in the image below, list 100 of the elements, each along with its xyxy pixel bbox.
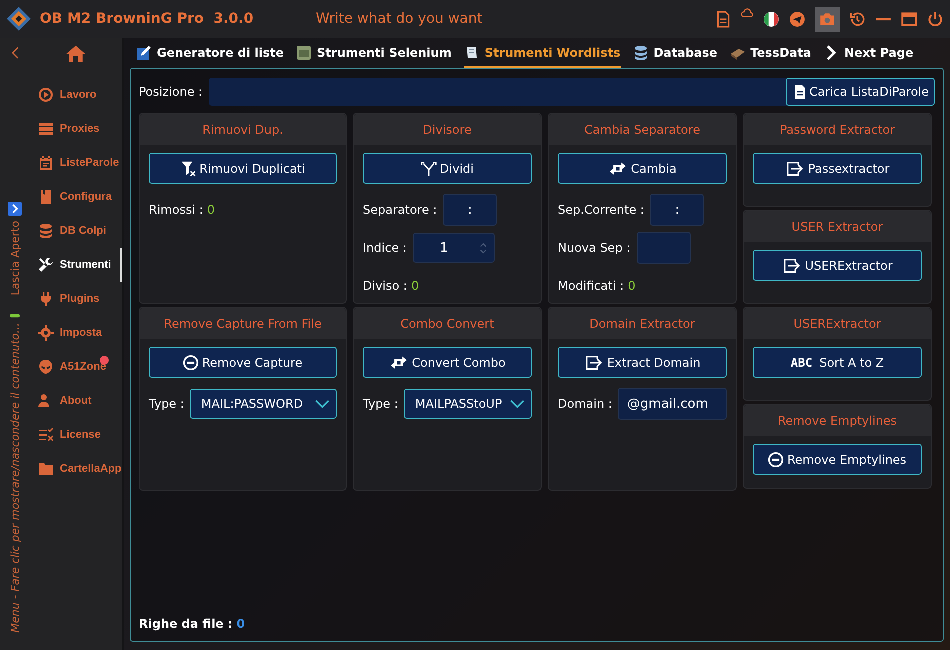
database-icon	[632, 45, 649, 61]
checklist-icon	[38, 427, 54, 443]
folder-icon	[38, 461, 54, 477]
swap-arrows-icon	[608, 160, 628, 176]
action-button[interactable]: Extract Domain	[558, 347, 727, 378]
sidebar-item[interactable]: Lavoro	[30, 78, 122, 112]
card-title: Password Extractor	[744, 114, 931, 145]
card-title: USER Extractor	[744, 211, 931, 242]
action-button[interactable]: ABC Sort A to Z	[753, 347, 922, 378]
input-field[interactable]	[636, 232, 691, 264]
field-label: Domain :	[558, 397, 612, 411]
chevron-left-icon[interactable]	[10, 46, 20, 60]
action-button[interactable]: Rimuovi Duplicati	[149, 153, 337, 184]
card-title: Divisore	[354, 114, 541, 145]
position-field[interactable]: Carica ListaDiParole	[208, 78, 935, 106]
split-arrows-icon	[421, 160, 438, 176]
action-button[interactable]: Remove Capture	[149, 347, 337, 378]
cloud-icon[interactable]	[741, 8, 754, 20]
app-title: OB M2 BrowninG Pro 3.0.0	[40, 11, 255, 27]
tab[interactable]: Generatore di liste	[136, 40, 284, 68]
tools-icon	[38, 257, 54, 273]
menu-toggle-hint[interactable]: Menu - Fare clic per mostrare/nascondere il contenuto...	[8, 322, 22, 633]
type-dropdown[interactable]: MAIL:PASSWORD	[190, 389, 337, 419]
slogan-text: Write what do you want	[316, 11, 484, 27]
type-dropdown[interactable]: MAILPASStoUP	[404, 389, 532, 419]
grip-icon	[10, 314, 20, 318]
card-title: Remove Emptylines	[744, 405, 931, 436]
tab[interactable]: Strumenti Selenium	[296, 40, 452, 68]
send-icon[interactable]	[789, 10, 806, 28]
chevron-right-button[interactable]	[8, 202, 22, 216]
card-title: USERExtractor	[744, 308, 931, 339]
plug-icon	[38, 291, 54, 307]
action-button[interactable]: Convert Combo	[363, 347, 532, 378]
exit-arrow-icon	[584, 354, 604, 370]
tab[interactable]: TessData	[730, 40, 812, 68]
abc-icon: ABC	[790, 356, 813, 370]
sidebar-item[interactable]: DB Colpi	[30, 214, 122, 248]
pencil-icon	[136, 45, 152, 61]
action-button[interactable]: Passextractor	[753, 153, 922, 184]
card-title: Combo Convert	[354, 308, 541, 339]
input-field[interactable]: :	[650, 194, 704, 226]
history-icon[interactable]	[849, 10, 866, 28]
action-button[interactable]: Dividi	[363, 153, 532, 184]
chevron-down-icon	[510, 400, 525, 408]
server-icon	[38, 121, 54, 137]
sidebar-item[interactable]: Strumenti	[30, 248, 122, 282]
card-title: Remove Capture From File	[140, 308, 346, 339]
card-title: Rimuovi Dup.	[140, 114, 346, 145]
swap-arrows-icon	[389, 354, 410, 370]
filter-icon	[180, 160, 197, 176]
exit-arrow-icon	[785, 160, 806, 176]
minus-circle-icon	[183, 354, 200, 370]
stat-label: Modificati :	[558, 279, 624, 293]
sidebar-item[interactable]: Proxies	[30, 112, 122, 146]
action-button[interactable]: USERExtractor	[753, 250, 922, 281]
number-spinner[interactable]: 1	[412, 233, 495, 263]
lines-count: 0	[236, 617, 246, 631]
minus-circle-icon	[768, 452, 784, 468]
input-field[interactable]: @gmail.com	[618, 388, 727, 420]
flag-icon[interactable]	[763, 10, 780, 28]
field-label: Indice :	[363, 241, 407, 255]
camera-icon	[819, 10, 836, 28]
action-button[interactable]: Cambia	[558, 153, 727, 184]
gear-icon	[38, 325, 54, 341]
exit-arrow-icon	[782, 258, 802, 274]
input-field[interactable]: :	[443, 194, 498, 226]
load-wordlist-button[interactable]: Carica ListaDiParole	[786, 78, 935, 106]
sidebar-item[interactable]: A51Zone	[30, 350, 122, 384]
diamond-logo-icon	[6, 6, 32, 32]
field-label: Separatore :	[363, 203, 438, 217]
power-icon[interactable]	[927, 10, 944, 28]
tab[interactable]: Database	[632, 40, 718, 68]
stat-value: 0	[411, 279, 420, 293]
home-icon[interactable]	[66, 44, 86, 64]
stat-value: 0	[628, 279, 636, 293]
lines-label: Righe da file :	[139, 617, 233, 631]
sidebar-item[interactable]: About	[30, 384, 122, 418]
stat-label: Diviso :	[363, 279, 408, 293]
pin-label[interactable]: Lascia Aperto	[8, 221, 22, 296]
sidebar-item[interactable]: ListeParole	[30, 146, 122, 180]
sidebar-item[interactable]: Plugins	[30, 282, 122, 316]
document-icon[interactable]	[715, 10, 732, 28]
field-label: Nuova Sep :	[558, 241, 631, 255]
sidebar-item[interactable]: CartellaApp	[30, 452, 122, 486]
sidebar-item[interactable]: License	[30, 418, 122, 452]
tab[interactable]: Next Page	[824, 40, 914, 68]
maximize-icon[interactable]	[901, 10, 918, 28]
play-icon	[38, 87, 54, 103]
card-title: Domain Extractor	[549, 308, 736, 339]
stat-label: Rimossi :	[149, 203, 204, 217]
chevron-down-icon	[315, 400, 330, 408]
action-button[interactable]: Remove Emptylines	[753, 444, 922, 475]
book-icon	[38, 189, 54, 205]
field-label: Type :	[149, 397, 184, 411]
field-label: Sep.Corrente :	[558, 203, 644, 217]
tab[interactable]: Strumenti Wordlists	[464, 40, 621, 68]
sidebar-item[interactable]: Configura	[30, 180, 122, 214]
card-title: Cambia Separatore	[549, 114, 736, 145]
calendar-icon	[38, 155, 54, 171]
sidebar-item[interactable]: Imposta	[30, 316, 122, 350]
